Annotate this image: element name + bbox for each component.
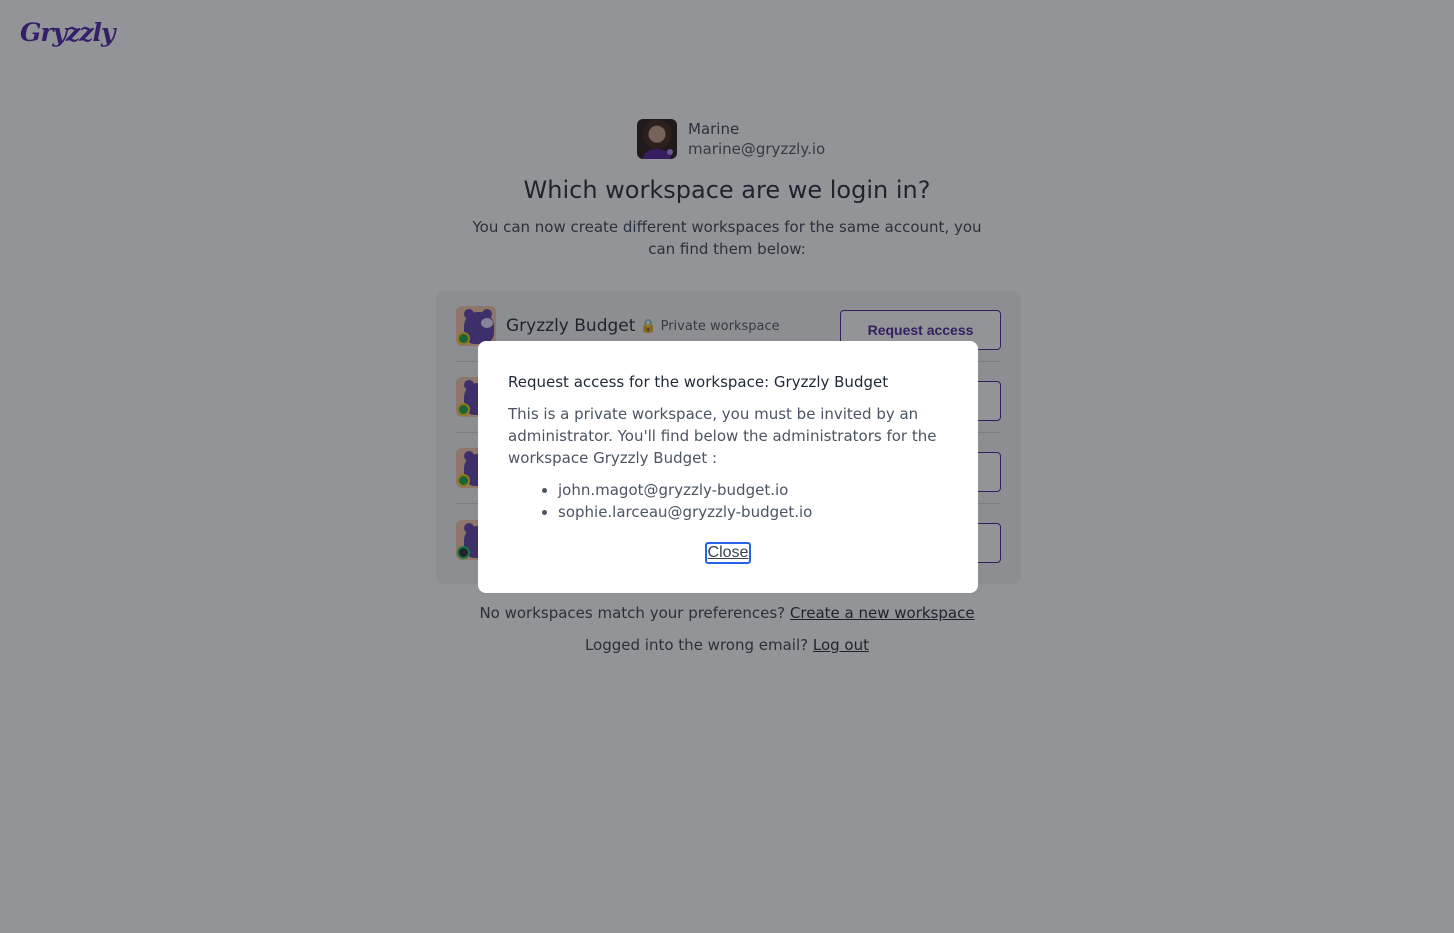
admin-email: john.magot@gryzzly-budget.io: [558, 479, 948, 501]
close-button[interactable]: Close: [704, 542, 752, 564]
admin-email: sophie.larceau@gryzzly-budget.io: [558, 501, 948, 523]
modal-title: Request access for the workspace: Gryzzl…: [508, 373, 889, 391]
modal-body: This is a private workspace, you must be…: [508, 405, 937, 467]
request-access-modal: Request access for the workspace: Gryzzl…: [478, 341, 978, 593]
admin-list: john.magot@gryzzly-budget.io sophie.larc…: [558, 479, 948, 523]
workspace-selection-page: Gryzzly Marine marine@gryzzly.io Which w…: [0, 0, 1454, 933]
